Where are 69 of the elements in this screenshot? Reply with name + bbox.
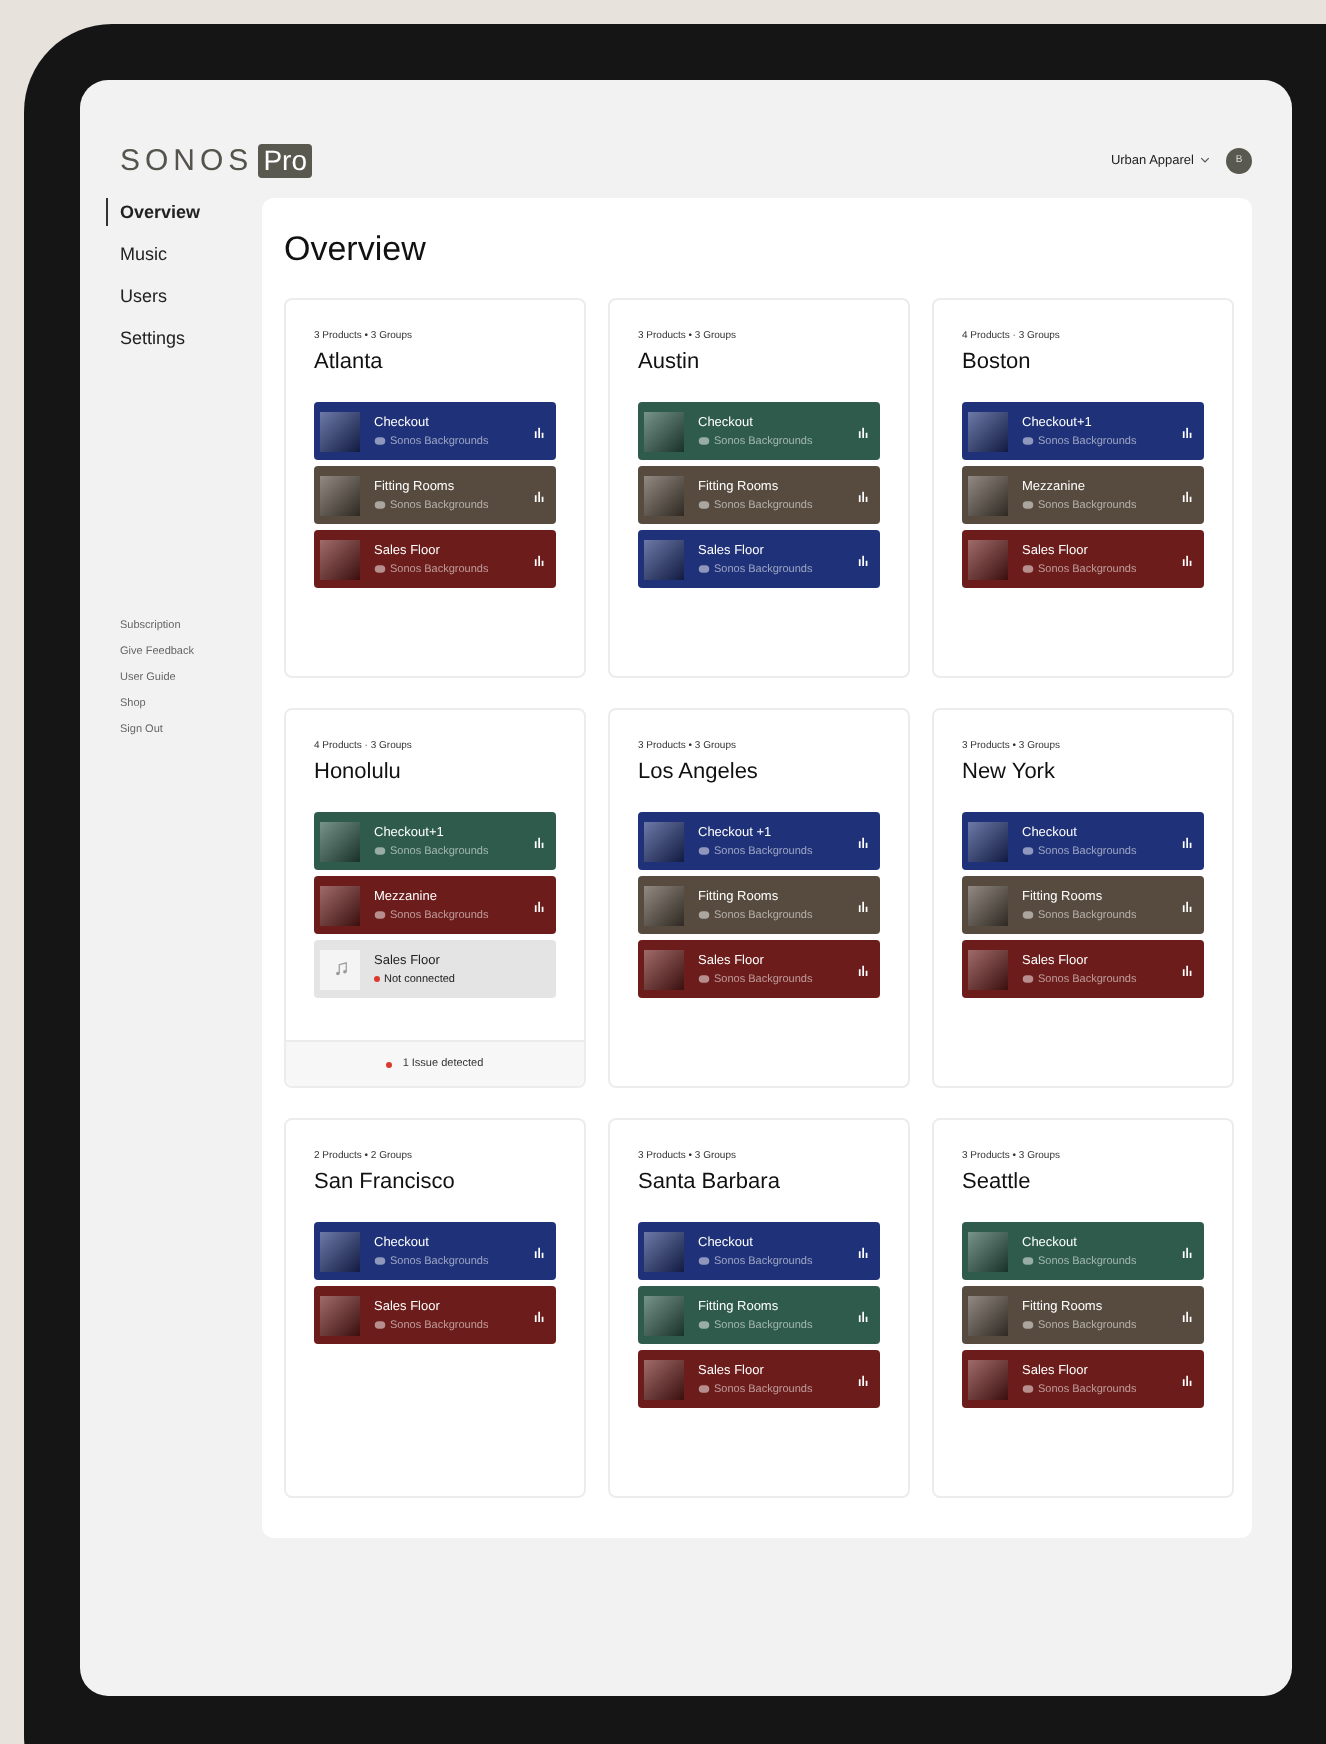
album-art-placeholder — [644, 821, 684, 861]
album-art-placeholder — [968, 949, 1008, 989]
error-dot-icon — [386, 1061, 393, 1067]
location-name: San Francisco — [314, 1170, 457, 1194]
album-art-placeholder — [320, 885, 360, 925]
album-art-placeholder — [644, 1359, 684, 1399]
equalizer-icon — [1182, 489, 1194, 501]
album-art-placeholder — [320, 475, 360, 515]
equalizer-icon — [858, 963, 870, 975]
equalizer-icon — [858, 1373, 870, 1385]
equalizer-icon — [1182, 1373, 1194, 1385]
album-art-placeholder — [320, 411, 360, 451]
album-art-placeholder — [644, 949, 684, 989]
equalizer-icon — [858, 1309, 870, 1321]
album-art-placeholder — [968, 1231, 1008, 1271]
album-art-placeholder — [644, 1231, 684, 1271]
album-art-placeholder — [320, 821, 360, 861]
equalizer-icon — [534, 1245, 546, 1257]
page-title: Overview — [284, 230, 428, 270]
nav-item[interactable]: Music — [106, 240, 262, 268]
location-name: Honolulu — [314, 760, 403, 784]
equalizer-icon — [1182, 899, 1194, 911]
equalizer-icon — [1182, 425, 1194, 437]
music-note-icon — [333, 962, 347, 976]
equalizer-icon — [1182, 1245, 1194, 1257]
album-art-placeholder — [644, 411, 684, 451]
location-name: Los Angeles — [638, 760, 760, 784]
location-name: New York — [962, 760, 1057, 784]
album-art-placeholder — [968, 1295, 1008, 1335]
album-art-placeholder — [320, 539, 360, 579]
equalizer-icon — [858, 553, 870, 565]
album-art-placeholder — [968, 885, 1008, 925]
equalizer-icon — [1182, 963, 1194, 975]
album-art-placeholder — [968, 1359, 1008, 1399]
equalizer-icon — [534, 835, 546, 847]
album-art-placeholder — [644, 539, 684, 579]
equalizer-icon — [1182, 553, 1194, 565]
equalizer-icon — [534, 899, 546, 911]
equalizer-icon — [1182, 835, 1194, 847]
equalizer-icon — [858, 425, 870, 437]
equalizer-icon — [858, 899, 870, 911]
chevron-down-icon — [1200, 156, 1210, 164]
album-art-placeholder — [644, 1295, 684, 1335]
logo-badge: Pro — [257, 143, 313, 177]
equalizer-icon — [858, 1245, 870, 1257]
location-name: Austin — [638, 350, 702, 374]
album-art-placeholder — [968, 539, 1008, 579]
location-name: Seattle — [962, 1170, 1033, 1194]
album-art-placeholder — [644, 885, 684, 925]
logo: SONOS — [120, 143, 254, 177]
nav-item[interactable]: Settings — [106, 324, 262, 352]
equalizer-icon — [534, 1309, 546, 1321]
album-art-placeholder — [968, 821, 1008, 861]
equalizer-icon — [858, 835, 870, 847]
equalizer-icon — [534, 489, 546, 501]
album-art-placeholder — [320, 1231, 360, 1271]
album-art-placeholder — [320, 1295, 360, 1335]
album-art-placeholder — [968, 411, 1008, 451]
equalizer-icon — [858, 489, 870, 501]
location-name: Santa Barbara — [638, 1170, 782, 1194]
album-art-placeholder — [968, 475, 1008, 515]
location-name: Boston — [962, 350, 1033, 374]
equalizer-icon — [1182, 1309, 1194, 1321]
error-dot-icon — [374, 976, 380, 982]
equalizer-icon — [534, 553, 546, 565]
nav-item[interactable]: Users — [106, 282, 262, 310]
album-art-placeholder — [644, 475, 684, 515]
location-name: Atlanta — [314, 350, 385, 374]
equalizer-icon — [534, 425, 546, 437]
